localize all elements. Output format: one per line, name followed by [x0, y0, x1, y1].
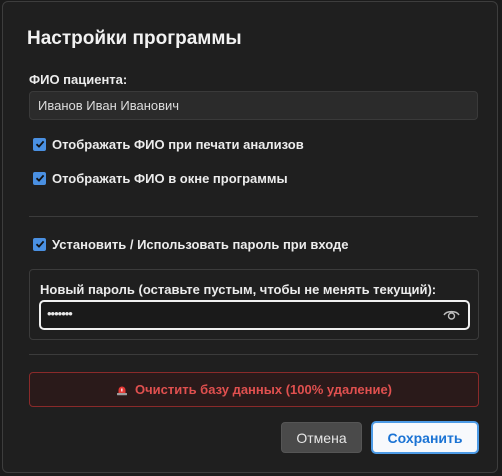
clear-database-button[interactable]: Очистить базу данных (100% удаление)	[29, 372, 479, 407]
patient-name-label: ФИО пациента:	[29, 72, 128, 87]
check-icon	[35, 174, 44, 182]
show-in-window-checkbox[interactable]	[33, 171, 46, 185]
password-section: Новый пароль (оставьте пустым, чтобы не …	[29, 269, 479, 340]
show-in-print-checkbox[interactable]	[33, 137, 46, 151]
dialog-title: Настройки программы	[27, 28, 242, 49]
new-password-label: Новый пароль (оставьте пустым, чтобы не …	[40, 282, 437, 297]
check-icon	[35, 140, 44, 148]
use-password-checkbox[interactable]	[33, 237, 46, 251]
show-in-print-label: Отображать ФИО при печати анализов	[52, 136, 304, 152]
siren-icon	[116, 384, 128, 396]
show-password-eye-icon[interactable]	[443, 308, 460, 327]
password-masked-value: •••••••	[47, 306, 73, 321]
show-in-window-option[interactable]: Отображать ФИО в окне программы	[33, 170, 288, 186]
divider	[29, 216, 478, 217]
clear-database-label: Очистить базу данных (100% удаление)	[134, 382, 393, 397]
use-password-option[interactable]: Установить / Использовать пароль при вхо…	[33, 236, 349, 252]
save-button[interactable]: Сохранить	[372, 422, 478, 453]
check-icon	[35, 240, 44, 248]
use-password-label: Установить / Использовать пароль при вхо…	[52, 236, 349, 252]
settings-dialog: Настройки программы ФИО пациента: Отобра…	[2, 1, 498, 473]
show-in-print-option[interactable]: Отображать ФИО при печати анализов	[33, 136, 304, 152]
divider	[29, 354, 478, 355]
patient-name-input[interactable]	[29, 91, 478, 120]
cancel-button[interactable]: Отмена	[281, 422, 362, 453]
new-password-input[interactable]: •••••••	[39, 300, 470, 330]
show-in-window-label: Отображать ФИО в окне программы	[52, 170, 288, 186]
